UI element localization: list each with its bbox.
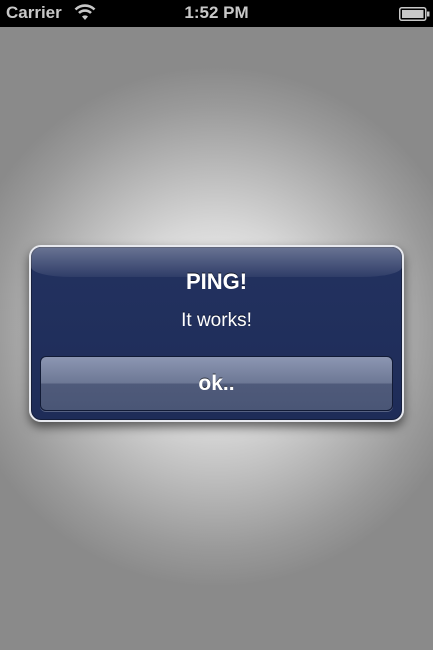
battery-icon xyxy=(399,6,430,21)
ok-button[interactable]: ok.. xyxy=(40,356,393,411)
alert-title: PING! xyxy=(185,269,248,294)
alert-message: It works! xyxy=(181,310,252,331)
status-time: 1:52 PM xyxy=(184,3,249,22)
status-bar: Carrier 1:52 PM xyxy=(0,0,433,27)
alert-dialog: PING! It works! ok.. xyxy=(29,245,404,422)
